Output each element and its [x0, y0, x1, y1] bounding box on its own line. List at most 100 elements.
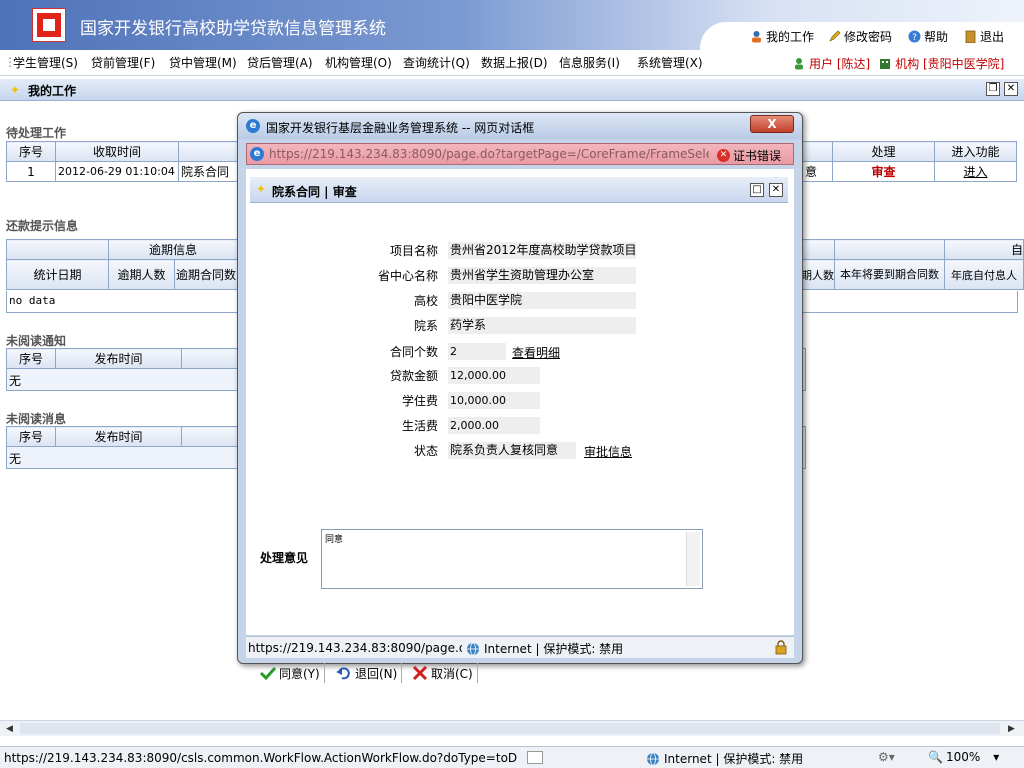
textarea-scrollbar[interactable]: [686, 532, 700, 586]
zoom-value: 100%: [945, 750, 981, 764]
opinion-label: 处理意见: [260, 551, 309, 565]
enter-link[interactable]: 进入: [934, 161, 1017, 182]
dialog-close-button[interactable]: X: [750, 115, 794, 133]
scroll-right-icon[interactable]: ▶: [1008, 724, 1015, 734]
user-name: 用户 [陈达]: [809, 57, 871, 71]
error-icon: ✕: [717, 149, 730, 162]
menu-pre-loan[interactable]: 贷前管理(F): [91, 54, 155, 71]
door-icon: [964, 30, 977, 44]
cell-time: 2012-06-29 01:10:04: [55, 161, 179, 182]
table-row[interactable]: 1 2012-06-29 01:10:04 院系合同: [6, 161, 238, 182]
col-overdue-contracts: 逾期合同数: [174, 259, 238, 290]
close-icon[interactable]: ✕: [1004, 82, 1018, 96]
globe-icon: [467, 642, 479, 655]
cancel-button[interactable]: 取消(C): [412, 663, 478, 683]
logout-link[interactable]: 退出: [964, 28, 1004, 45]
pending-table-right: 处理 进入功能 意审查 进入: [800, 141, 1017, 182]
cell-no: 1: [6, 161, 56, 182]
loan-amount-label: 贷款金额: [389, 369, 438, 383]
org-name: 机构 [贵阳中医学院]: [895, 57, 1005, 71]
review-link[interactable]: 审查: [832, 161, 935, 182]
star-icon: ✦: [10, 83, 21, 97]
logout-label: 退出: [980, 30, 1005, 44]
col-no: 序号: [6, 426, 56, 447]
zoom-control[interactable]: 🔍 100% ▾: [928, 750, 999, 764]
dialog-status-url: https://219.143.234.83:8090/page.do: [248, 641, 462, 655]
dialog-status-bar: https://219.143.234.83:8090/page.do Inte…: [246, 636, 794, 658]
zone-info: Internet | 保护模式: 禁用: [646, 750, 803, 767]
repayment-table-left: 逾期信息 统计日期 逾期人数 逾期合同数: [6, 239, 238, 290]
agree-button[interactable]: 同意(Y): [260, 663, 325, 683]
approval-info-link[interactable]: 审批信息: [584, 443, 632, 460]
col-handle: 处理: [832, 141, 935, 162]
notices-empty: 无: [6, 369, 238, 391]
menu-system[interactable]: 系统管理(X): [637, 54, 703, 71]
user-info: 用户 [陈达] 机构 [贵阳中医学院]: [793, 55, 1004, 72]
globe-icon: [647, 752, 659, 765]
menu-org[interactable]: 机构管理(O): [325, 54, 392, 71]
zoom-icon: 🔍: [928, 750, 943, 764]
change-password-label: 修改密码: [844, 30, 893, 44]
tuition-label: 学住费: [401, 394, 438, 408]
province-center-value: 贵州省学生资助管理办公室: [448, 267, 636, 284]
contract-count-label: 合同个数: [389, 345, 438, 359]
opinion-textarea[interactable]: 同意: [321, 529, 703, 589]
help-label: 帮助: [924, 30, 949, 44]
menu-query[interactable]: 查询统计(Q): [403, 54, 470, 71]
my-work-link[interactable]: 我的工作: [750, 28, 814, 45]
help-icon: ?: [908, 30, 921, 43]
university-value: 贵阳中医学院: [448, 292, 636, 309]
table-row[interactable]: 意审查 进入: [800, 161, 1017, 182]
notices-title: 未阅读通知: [6, 334, 67, 348]
pending-title: 待处理工作: [6, 126, 67, 140]
panel-header: [0, 79, 1024, 101]
messages-empty: 无: [6, 447, 238, 469]
menu-post-loan[interactable]: 贷后管理(A): [247, 54, 313, 71]
close-icon[interactable]: ✕: [769, 183, 783, 197]
repayment-title: 还款提示信息: [6, 219, 79, 233]
zone-label: Internet | 保护模式: 禁用: [664, 752, 804, 766]
menu-info[interactable]: 信息服务(I): [559, 54, 620, 71]
help-link[interactable]: ? 帮助: [908, 28, 948, 45]
dialog-address-bar: e https://219.143.234.83:8090/page.do?ta…: [246, 143, 794, 165]
panel-title: 我的工作: [28, 84, 77, 98]
messages-table: 序号 发布时间: [6, 426, 238, 447]
menu-report[interactable]: 数据上报(D): [481, 54, 548, 71]
dialog-zone-info: Internet | 保护模式: 禁用: [466, 640, 623, 657]
dialog-zone-label: Internet | 保护模式: 禁用: [484, 642, 624, 656]
maximize-icon[interactable]: □: [750, 183, 764, 197]
horizontal-scrollbar[interactable]: ◀ ▶: [0, 720, 1024, 736]
cert-error[interactable]: ✕ 证书错误: [717, 147, 781, 164]
menu-in-loan[interactable]: 贷中管理(M): [169, 54, 237, 71]
ie-icon: e: [246, 119, 260, 133]
col-people: 期人数: [800, 259, 835, 290]
back-button[interactable]: 退回(N): [336, 663, 403, 683]
star-icon: ✦: [256, 182, 267, 196]
department-value: 药学系: [448, 317, 636, 334]
back-label: 退回(N): [355, 666, 398, 681]
col-blank: [178, 141, 238, 162]
app-title: 国家开发银行高校助学贷款信息管理系统: [80, 19, 386, 39]
settings-icon[interactable]: ⚙▾: [878, 750, 895, 764]
change-password-link[interactable]: 修改密码: [828, 28, 892, 45]
col-overdue-group: 逾期信息: [108, 239, 238, 260]
scroll-thumb[interactable]: [20, 723, 1000, 734]
undo-icon: [336, 667, 350, 680]
check-icon: [260, 666, 276, 680]
scroll-left-icon[interactable]: ◀: [6, 724, 13, 734]
col-blank: [181, 348, 238, 369]
view-detail-link[interactable]: 查看明细: [512, 344, 560, 361]
col-enter: 进入功能: [934, 141, 1017, 162]
dialog-url: https://219.143.234.83:8090/page.do?targ…: [269, 147, 709, 161]
app-logo: [32, 8, 66, 42]
col-overdue-people: 逾期人数: [108, 259, 175, 290]
dialog-titlebar: e 国家开发银行基层金融业务管理系统 -- 网页对话框 X: [238, 113, 802, 139]
browser-status-bar: https://219.143.234.83:8090/csls.common.…: [0, 746, 1024, 768]
lock-icon[interactable]: [774, 640, 788, 658]
menu-student[interactable]: 学生管理(S): [13, 54, 78, 71]
restore-icon[interactable]: ❐: [986, 82, 1000, 96]
modal-dialog: e 国家开发银行基层金融业务管理系统 -- 网页对话框 X e https://…: [237, 112, 803, 683]
province-center-label: 省中心名称: [377, 269, 438, 283]
cancel-label: 取消(C): [431, 666, 473, 681]
dialog-body: ✦ 院系合同 | 审查 □ ✕ 项目名称 贵州省2012年度高校助学贷款项目 省…: [246, 169, 794, 683]
